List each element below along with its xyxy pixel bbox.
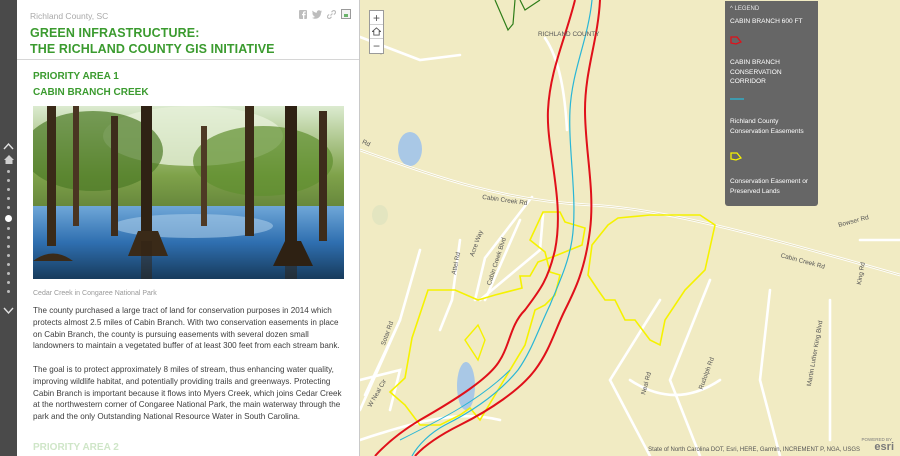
story-title-line1: GREEN INFRASTRUCTURE:: [30, 26, 200, 40]
conservation-easement-boundary: [587, 214, 716, 347]
preserved-lands-boundary: [494, 0, 516, 32]
twitter-icon[interactable]: [312, 9, 322, 19]
map-legend: ^ LEGEND CABIN BRANCH 600 FT CABIN BRANC…: [725, 1, 818, 206]
story-title: GREEN INFRASTRUCTURE: THE RICHLAND COUNT…: [30, 25, 275, 57]
esri-logo[interactable]: esri: [874, 441, 894, 453]
zoom-controls: + −: [369, 10, 384, 54]
wetland-patch: [372, 205, 388, 225]
legend-swatch-blue: [730, 98, 744, 100]
section-title-line2: CABIN BRANCH CREEK: [33, 87, 149, 98]
nav-dot[interactable]: [7, 290, 10, 293]
nav-dot[interactable]: [7, 197, 10, 200]
zoom-in-button[interactable]: +: [370, 11, 383, 25]
story-panel: Richland County, SC GREEN INFRASTRUCTURE…: [17, 0, 360, 456]
body-paragraph: The county purchased a large tract of la…: [33, 306, 340, 351]
photo-caption: Cedar Creek in Congaree National Park: [33, 290, 157, 297]
legend-item-label: CABIN BRANCH 600 FT: [730, 18, 803, 25]
organization-name: Richland County, SC: [30, 11, 109, 21]
story-header: Richland County, SC GREEN INFRASTRUCTURE…: [17, 0, 359, 60]
cabin-branch-600ft-line: [374, 0, 576, 456]
nav-dot[interactable]: [7, 263, 10, 266]
broken-image-icon: [341, 9, 351, 19]
chevron-up-icon: ^: [730, 6, 733, 12]
nav-dot[interactable]: [7, 281, 10, 284]
section-title-line1: PRIORITY AREA 1: [33, 71, 119, 82]
nav-dot[interactable]: [7, 179, 10, 182]
nav-dot[interactable]: [7, 206, 10, 209]
conservation-easement-boundary: [464, 323, 486, 362]
body-paragraph: The goal is to protect approximately 8 m…: [33, 365, 342, 422]
legend-header-label: LEGEND: [734, 6, 760, 12]
nav-dot[interactable]: [7, 245, 10, 248]
nav-dot[interactable]: [7, 227, 10, 230]
legend-item-label: CABIN BRANCH CONSERVATION CORRIDOR: [730, 59, 782, 86]
chevron-down-icon[interactable]: [3, 305, 14, 316]
section-title: PRIORITY AREA 1 CABIN BRANCH CREEK: [33, 69, 149, 101]
cabin-branch-stream: [411, 0, 593, 456]
home-icon: [372, 27, 381, 36]
nav-dot[interactable]: [7, 188, 10, 191]
story-navigation-rail: [0, 0, 17, 456]
pond: [398, 132, 422, 166]
facebook-icon[interactable]: [299, 9, 307, 19]
map-basemap: [360, 0, 900, 456]
chevron-up-icon[interactable]: [3, 141, 14, 152]
preserved-lands-boundary: [519, 0, 541, 11]
nav-dot-active[interactable]: [5, 215, 12, 222]
road-network: [360, 35, 900, 456]
legend-header[interactable]: ^ LEGEND: [730, 6, 759, 12]
home-extent-button[interactable]: [370, 25, 383, 39]
map-label-county: RICHLAND COUNTY: [538, 31, 600, 38]
zoom-out-button[interactable]: −: [370, 39, 383, 53]
map-view[interactable]: RICHLAND COUNTY Cabin Creek Rd Cabin Cre…: [360, 0, 900, 456]
map-attribution: State of North Carolina DOT, Esri, HERE,…: [648, 447, 860, 453]
nav-dot[interactable]: [7, 272, 10, 275]
legend-item-label: Richland County Conservation Easements: [730, 118, 804, 135]
nav-dot[interactable]: [7, 236, 10, 239]
road-casing: [360, 149, 900, 276]
home-icon[interactable]: [4, 155, 14, 164]
link-icon[interactable]: [327, 9, 336, 19]
nav-dot[interactable]: [7, 254, 10, 257]
story-title-line2: THE RICHLAND COUNTY GIS INITIATIVE: [30, 42, 275, 56]
legend-item-label: Conservation Easement or Preserved Lands: [730, 178, 809, 195]
next-section-title: PRIORITY AREA 2: [33, 442, 119, 453]
cedar-creek-photo: [33, 106, 344, 279]
legend-swatch-red: [730, 36, 742, 45]
nav-dot[interactable]: [7, 170, 10, 173]
legend-swatch-yellow: [730, 152, 742, 161]
share-buttons: [299, 9, 351, 19]
